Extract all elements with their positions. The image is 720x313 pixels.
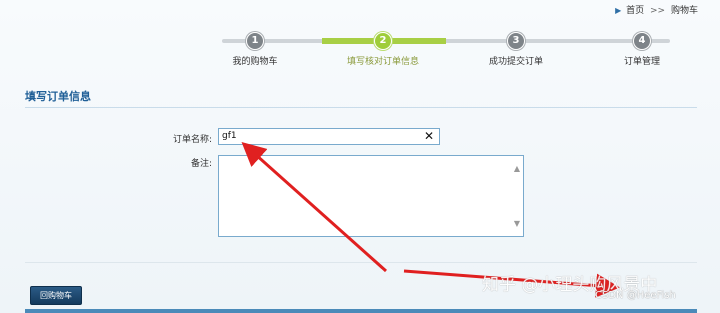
section-divider [25, 107, 697, 108]
order-name-value[interactable]: gf1 [222, 131, 237, 141]
bottom-bar [25, 309, 697, 313]
back-to-cart-button[interactable]: 回购物车 [30, 286, 82, 305]
step-4: 4 订单管理 [597, 32, 687, 67]
breadcrumb-current: 购物车 [670, 6, 698, 16]
breadcrumb-home-link[interactable]: 首页 [626, 6, 644, 16]
clear-icon[interactable]: ✕ [424, 129, 434, 143]
step-1: 1 我的购物车 [210, 32, 300, 67]
order-progress-steps: 1 我的购物车 2 填写核对订单信息 3 成功提交订单 4 订单管理 [222, 32, 670, 72]
breadcrumb-arrow-icon: ▶ [615, 6, 622, 15]
step-number: 3 [507, 32, 525, 50]
step-3: 3 成功提交订单 [471, 32, 561, 67]
breadcrumb-separator: >> [650, 6, 666, 16]
order-name-input[interactable]: gf1 ✕ [218, 128, 440, 145]
scroll-up-icon[interactable]: ▲ [514, 164, 520, 173]
checkout-page: ▶ 首页 >> 购物车 1 我的购物车 2 填写核对订单信息 3 成功提交订单 … [0, 0, 720, 313]
remark-label: 备注: [190, 159, 212, 169]
breadcrumb: ▶ 首页 >> 购物车 [615, 3, 698, 16]
step-2: 2 填写核对订单信息 [338, 32, 428, 67]
step-label: 订单管理 [623, 57, 660, 67]
step-label: 成功提交订单 [488, 57, 543, 67]
step-number: 2 [374, 32, 392, 50]
footer-divider [25, 262, 697, 263]
step-label: 我的购物车 [232, 57, 278, 67]
order-name-label: 订单名称: [172, 135, 212, 145]
remark-textarea[interactable]: ▲ ▼ [218, 155, 524, 237]
step-label: 填写核对订单信息 [346, 57, 419, 67]
scroll-down-icon[interactable]: ▼ [514, 219, 520, 228]
step-number: 1 [246, 32, 264, 50]
watermark-csdn: CSDN @HeeFish [595, 290, 676, 301]
step-number: 4 [633, 32, 651, 50]
section-title: 填写订单信息 [25, 90, 91, 103]
